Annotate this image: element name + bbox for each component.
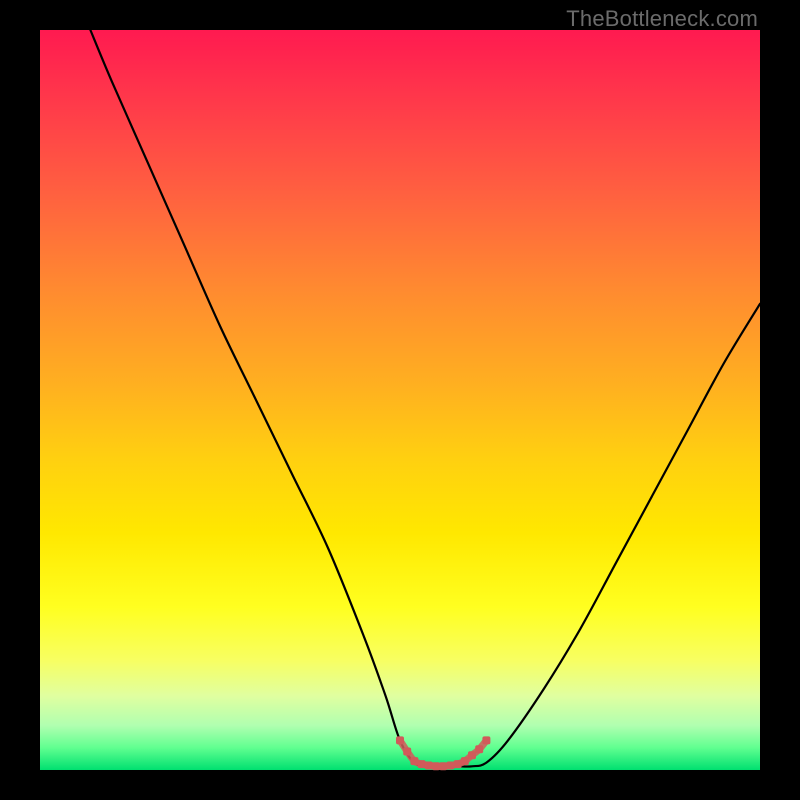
optimal-marker (475, 745, 483, 753)
chart-container: TheBottleneck.com (0, 0, 800, 800)
plot-area (40, 30, 760, 770)
optimal-marker (454, 760, 462, 768)
optimal-marker (482, 736, 490, 744)
curve-svg (40, 30, 760, 770)
optimal-marker (410, 757, 418, 765)
optimal-marker (418, 760, 426, 768)
optimal-marker (425, 762, 433, 770)
optimal-marker (396, 736, 404, 744)
optimal-marker (446, 762, 454, 770)
optimal-marker (439, 762, 447, 770)
optimal-marker (468, 751, 476, 759)
optimal-marker (461, 757, 469, 765)
optimal-marker (432, 762, 440, 770)
watermark-text: TheBottleneck.com (566, 6, 758, 32)
optimal-marker (403, 748, 411, 756)
bottleneck-curve (90, 30, 760, 767)
